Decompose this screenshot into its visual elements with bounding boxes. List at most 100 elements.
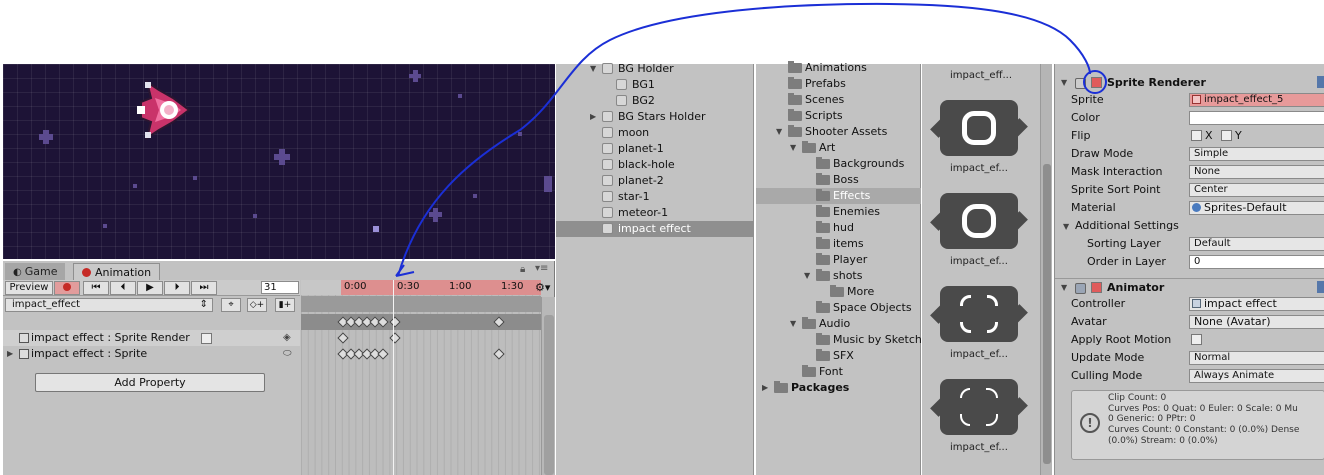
event-lane[interactable] [301, 296, 541, 312]
sprite-field[interactable]: impact_effect_5 [1189, 93, 1324, 107]
keyframe-diamond-icon[interactable]: ◈ [283, 330, 291, 346]
asset-thumbnail[interactable] [930, 379, 1028, 435]
help-book-icon[interactable] [1317, 76, 1324, 88]
folder-item[interactable]: Player [756, 252, 921, 268]
update-mode-dropdown[interactable]: Normal [1189, 351, 1324, 365]
timeline-scrollbar[interactable] [541, 297, 555, 475]
asset-thumbnail[interactable] [930, 100, 1028, 156]
hierarchy-item-selected[interactable]: impact effect [556, 221, 754, 237]
folder-item[interactable]: hud [756, 220, 921, 236]
last-frame-button[interactable]: ⏭ [191, 281, 217, 295]
hierarchy-item[interactable]: star-1 [556, 189, 754, 205]
folder-item[interactable]: Backgrounds [756, 156, 921, 172]
timeline[interactable]: 0:00 0:30 1:00 1:30 [301, 280, 541, 475]
keyframe[interactable] [389, 332, 401, 344]
record-button[interactable] [54, 281, 80, 295]
expand-arrow-icon[interactable]: ▼ [804, 268, 810, 284]
next-frame-button[interactable]: ⏵ [164, 281, 190, 295]
folder-item[interactable]: Scripts [756, 108, 921, 124]
settings-gear-icon[interactable]: ⚙▾ [535, 281, 550, 294]
help-book-icon[interactable] [1317, 281, 1324, 293]
hierarchy-item[interactable]: moon [556, 125, 754, 141]
clip-dropdown[interactable]: impact_effect ⇕ [5, 298, 213, 312]
avatar-field[interactable]: None (Avatar) [1189, 315, 1324, 329]
hierarchy-item[interactable]: BG2 [556, 93, 754, 109]
add-property-button[interactable]: Add Property [35, 373, 265, 392]
asset-thumbnail[interactable] [930, 193, 1028, 249]
enabled-checkbox[interactable] [1091, 77, 1102, 88]
collapse-arrow-icon[interactable]: ▶ [762, 380, 768, 396]
folder-item[interactable]: Scenes [756, 92, 921, 108]
folder-item[interactable]: Boss [756, 172, 921, 188]
folder-item[interactable]: items [756, 236, 921, 252]
flip-x-checkbox[interactable] [1191, 130, 1202, 141]
property-row[interactable]: impact effect : Sprite Render ◈ [3, 330, 300, 346]
animator-header[interactable]: ▼ Animator [1055, 278, 1324, 296]
folder-item[interactable]: ▼ Shooter Assets [756, 124, 921, 140]
collapse-arrow-icon[interactable]: ▶ [590, 109, 596, 125]
folder-item[interactable]: Animations [756, 60, 921, 76]
expand-arrow-icon[interactable]: ▼ [790, 140, 796, 156]
first-frame-button[interactable]: ⏮ [83, 281, 109, 295]
folder-item[interactable]: Music by Sketch [756, 332, 922, 348]
expand-arrow-icon[interactable]: ▶ [7, 346, 13, 362]
tab-game[interactable]: ◐ Game [5, 263, 66, 280]
window-menu-icon[interactable]: ▾≡ [535, 263, 548, 274]
keyframe-mode-button[interactable]: ⌖ [221, 298, 241, 312]
scroll-thumb[interactable] [544, 315, 554, 475]
hierarchy-item[interactable]: planet-2 [556, 173, 754, 189]
asset-thumbnail[interactable] [930, 286, 1028, 342]
add-event-button[interactable]: ▮+ [275, 298, 295, 312]
hierarchy-item[interactable]: BG1 [556, 77, 754, 93]
add-keyframe-button[interactable]: ◇+ [247, 298, 267, 312]
folder-item[interactable]: Space Objects [756, 300, 921, 316]
frame-field[interactable]: 31 [261, 281, 299, 294]
asset-scrollbar[interactable] [1040, 64, 1052, 475]
lock-icon[interactable]: 🔒︎ [520, 264, 525, 275]
expand-arrow-icon[interactable]: ▼ [590, 61, 596, 77]
folder-item[interactable]: ▼ Audio [756, 316, 921, 332]
hierarchy-item[interactable]: planet-1 [556, 141, 754, 157]
expand-arrow-icon[interactable]: ▼ [1061, 279, 1067, 297]
root-motion-checkbox[interactable] [1191, 334, 1202, 345]
folder-item[interactable]: SFX [756, 348, 921, 364]
order-in-layer-field[interactable]: 0 [1189, 255, 1324, 269]
sprite-renderer-header[interactable]: ▼ Sprite Renderer [1055, 74, 1324, 92]
keyframe[interactable] [337, 332, 349, 344]
mask-interaction-dropdown[interactable]: None [1189, 165, 1324, 179]
sort-point-dropdown[interactable]: Center [1189, 183, 1324, 197]
sorting-layer-dropdown[interactable]: Default [1189, 237, 1324, 251]
additional-settings-label[interactable]: Additional Settings [1075, 218, 1179, 234]
prev-frame-button[interactable]: ⏴ [110, 281, 136, 295]
culling-mode-dropdown[interactable]: Always Animate [1189, 369, 1324, 383]
hierarchy-item[interactable]: ▼ BG Holder [556, 61, 754, 77]
draw-mode-dropdown[interactable]: Simple [1189, 147, 1324, 161]
folder-item-selected[interactable]: Effects [756, 188, 921, 204]
expand-arrow-icon[interactable]: ▼ [790, 316, 796, 332]
flip-y-checkbox[interactable] [1221, 130, 1232, 141]
enabled-checkbox[interactable] [201, 333, 212, 344]
folder-item[interactable]: More [756, 284, 921, 300]
scroll-thumb[interactable] [1043, 164, 1051, 464]
color-field[interactable] [1189, 111, 1324, 125]
folder-item[interactable]: ▶ Packages [756, 380, 921, 396]
folder-item[interactable]: ▼ Art [756, 140, 921, 156]
keyframe[interactable] [377, 348, 389, 360]
enabled-checkbox[interactable] [1091, 282, 1102, 293]
material-field[interactable]: Sprites-Default [1189, 201, 1324, 215]
expand-arrow-icon[interactable]: ▼ [1061, 74, 1067, 92]
controller-field[interactable]: impact effect [1189, 297, 1324, 311]
folder-item[interactable]: ▼ shots [756, 268, 921, 284]
preview-button[interactable]: Preview [5, 281, 53, 295]
hierarchy-item[interactable]: black-hole [556, 157, 754, 173]
hierarchy-item[interactable]: ▶ BG Stars Holder [556, 109, 754, 125]
expand-arrow-icon[interactable]: ▼ [776, 124, 782, 140]
folder-item[interactable]: Enemies [756, 204, 921, 220]
expand-arrow-icon[interactable]: ▼ [1063, 222, 1069, 231]
property-row[interactable]: ▶ impact effect : Sprite ⬭ [3, 346, 300, 362]
game-view[interactable] [3, 64, 555, 259]
play-button[interactable]: ▶ [137, 281, 163, 295]
folder-item[interactable]: Prefabs [756, 76, 921, 92]
playhead[interactable] [393, 280, 394, 475]
hierarchy-item[interactable]: meteor-1 [556, 205, 754, 221]
